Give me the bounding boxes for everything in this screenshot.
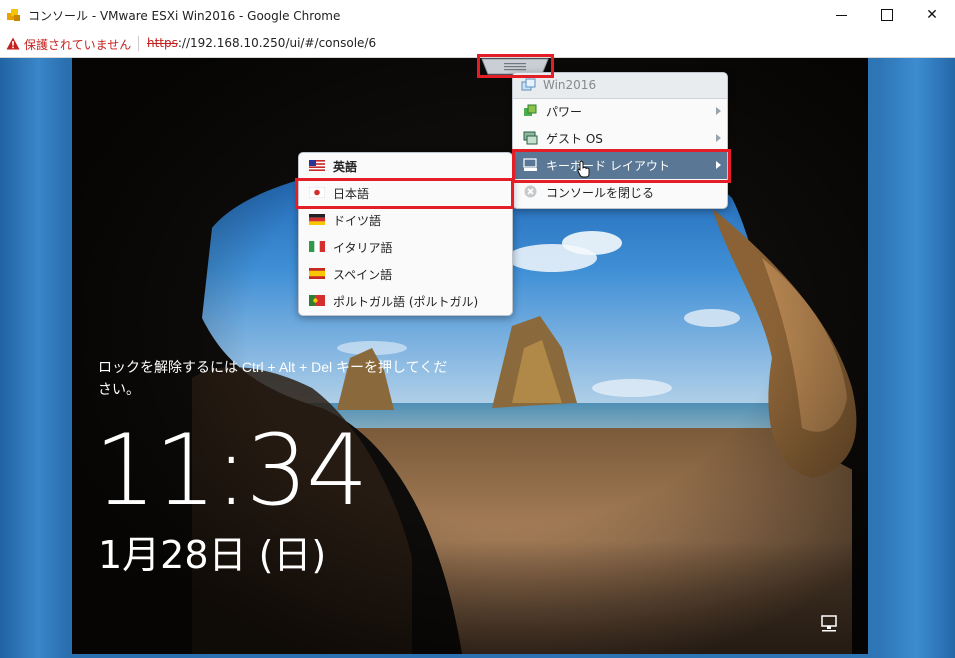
window-title: コンソール - VMware ESXi Win2016 - Google Chr… bbox=[28, 9, 341, 23]
warning-icon bbox=[6, 37, 20, 50]
germany-flag-icon bbox=[309, 214, 325, 225]
spain-flag-icon bbox=[309, 268, 325, 279]
vm-console-screen[interactable]: ロックを解除するには Ctrl + Alt + Del キーを押してください。 … bbox=[72, 58, 868, 654]
menu-item-label: パワー bbox=[546, 105, 583, 119]
browser-title-bar: コンソール - VMware ESXi Win2016 - Google Chr… bbox=[0, 0, 955, 30]
maximize-button[interactable] bbox=[864, 0, 910, 30]
layout-label: ドイツ語 bbox=[333, 214, 382, 228]
italy-flag-icon bbox=[309, 241, 325, 252]
menu-item-guest-os[interactable]: ゲスト OS bbox=[513, 125, 727, 152]
close-button[interactable]: ✕ bbox=[909, 0, 955, 30]
menu-item-power[interactable]: パワー bbox=[513, 98, 727, 125]
power-icon bbox=[524, 104, 537, 116]
layout-label: 英語 bbox=[333, 160, 358, 174]
layout-label: イタリア語 bbox=[333, 241, 393, 255]
guest-os-icon bbox=[523, 131, 538, 145]
network-icon[interactable] bbox=[820, 614, 840, 634]
us-flag-icon bbox=[309, 160, 325, 171]
highlight-keyboard-layout bbox=[512, 149, 731, 183]
vm-context-menu: Win2016 パワー ゲスト OS キーボード レイアウト コンソールを閉じる bbox=[512, 72, 728, 209]
vm-name: Win2016 bbox=[543, 78, 597, 92]
lock-screen-time: 11:34 bbox=[94, 414, 368, 528]
security-status-text[interactable]: 保護されていません bbox=[24, 36, 131, 53]
menu-item-label: コンソールを閉じる bbox=[546, 186, 655, 200]
submenu-arrow-icon bbox=[716, 134, 721, 142]
layout-option-portuguese[interactable]: ポルトガル語 (ポルトガル) bbox=[299, 288, 512, 315]
submenu-arrow-icon bbox=[716, 107, 721, 115]
portugal-flag-icon bbox=[309, 295, 325, 306]
url-text[interactable]: https://192.168.10.250/ui/#/console/6 bbox=[147, 36, 376, 50]
layout-option-spanish[interactable]: スペイン語 bbox=[299, 261, 512, 288]
vm-icon bbox=[521, 78, 536, 91]
layout-option-german[interactable]: ドイツ語 bbox=[299, 207, 512, 234]
unlock-instruction: ロックを解除するには Ctrl + Alt + Del キーを押してください。 bbox=[98, 359, 448, 397]
layout-option-english[interactable]: 英語 bbox=[299, 153, 512, 180]
layout-label: ポルトガル語 (ポルトガル) bbox=[333, 295, 479, 309]
url-scheme: https bbox=[147, 36, 178, 50]
minimize-button[interactable] bbox=[818, 0, 864, 30]
layout-option-italian[interactable]: イタリア語 bbox=[299, 234, 512, 261]
maximize-icon bbox=[881, 9, 893, 21]
keyboard-layout-submenu: 英語 日本語 ドイツ語 イタリア語 スペイン語 ポルトガル語 (ポルトガル) bbox=[298, 152, 513, 316]
menu-item-close-console[interactable]: コンソールを閉じる bbox=[513, 179, 727, 206]
highlight-japanese-option bbox=[295, 178, 514, 209]
minimize-icon bbox=[835, 14, 847, 16]
close-icon: ✕ bbox=[926, 7, 938, 23]
lock-screen-date: 1月28日 (日) bbox=[98, 533, 327, 577]
layout-label: スペイン語 bbox=[333, 268, 393, 282]
vmware-app-icon bbox=[7, 9, 20, 21]
address-separator bbox=[138, 36, 139, 51]
url-host-path: ://192.168.10.250/ui/#/console/6 bbox=[177, 36, 377, 50]
menu-item-label: ゲスト OS bbox=[546, 132, 603, 146]
close-circle-icon bbox=[524, 185, 537, 198]
highlight-console-handle bbox=[477, 54, 554, 78]
